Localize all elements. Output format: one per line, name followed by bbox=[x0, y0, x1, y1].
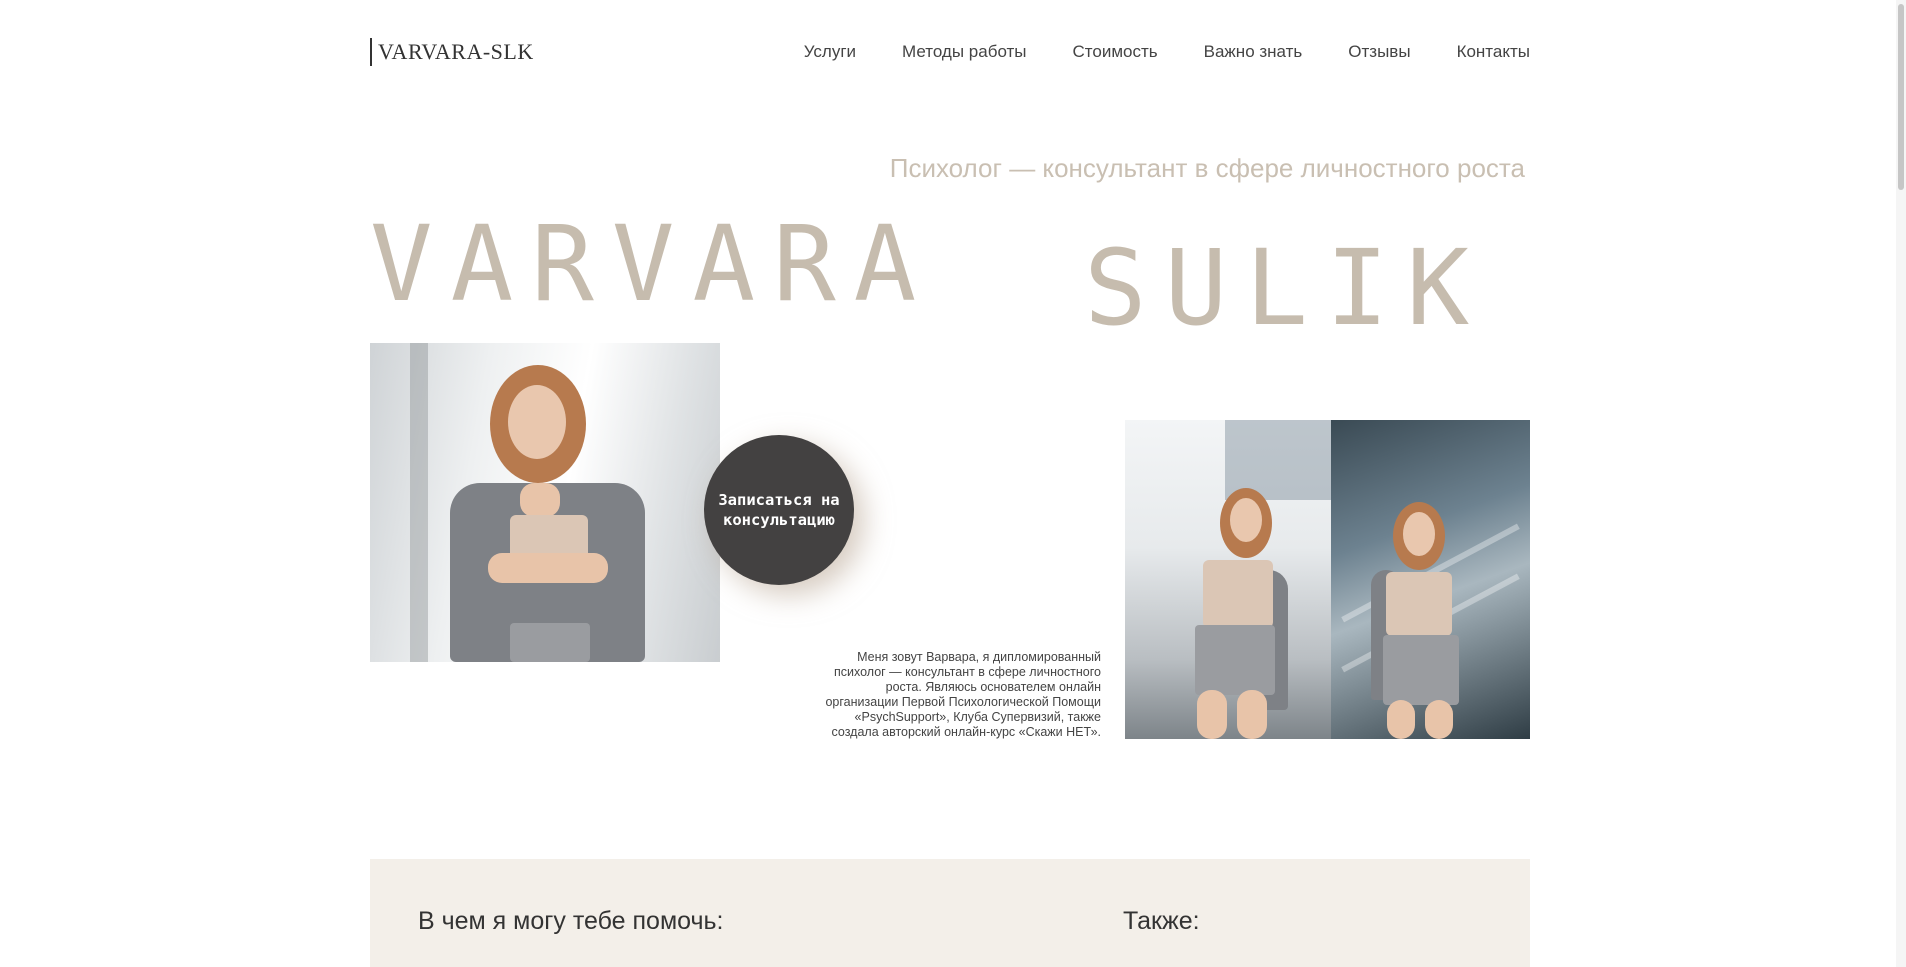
nav-link-methods[interactable]: Методы работы bbox=[902, 42, 1027, 62]
logo-bar bbox=[370, 38, 372, 66]
nav-link-price[interactable]: Стоимость bbox=[1073, 42, 1158, 62]
hero-last-name: SULIK bbox=[1084, 227, 1488, 349]
nav-link-services[interactable]: Услуги bbox=[804, 42, 856, 62]
hero-subtitle: Психолог — консультант в сфере личностно… bbox=[889, 153, 1525, 183]
bio-line: «PsychSupport», Клуба Супервизий, также bbox=[854, 710, 1101, 724]
also-title: Также: bbox=[1123, 907, 1200, 935]
nav-link-important[interactable]: Важно знать bbox=[1204, 42, 1303, 62]
site-header: VARVARA-SLK Услуги Методы работы Стоимос… bbox=[370, 38, 1530, 86]
bio-line: организации Первой Психологической Помощ… bbox=[825, 695, 1101, 709]
bio-line: создала авторский онлайн-курс «Скажи НЕТ… bbox=[831, 725, 1102, 739]
nav-link-reviews[interactable]: Отзывы bbox=[1348, 42, 1410, 62]
help-title: В чем я могу тебе помочь: bbox=[418, 907, 724, 935]
bio-line: психолог — консультант в сфере личностно… bbox=[833, 665, 1101, 679]
book-consultation-button[interactable]: Записаться на консультацию bbox=[704, 435, 854, 585]
scroll-thumb[interactable] bbox=[1898, 4, 1904, 190]
logo[interactable]: VARVARA-SLK bbox=[370, 38, 534, 66]
hero-first-name: VARVARA bbox=[370, 203, 935, 325]
bio-text: Меня зовут Варвара, я дипломированный пс… bbox=[796, 650, 1101, 740]
bio-line: роста. Являюсь основателем онлайн bbox=[885, 680, 1101, 694]
nav-link-contacts[interactable]: Контакты bbox=[1457, 42, 1530, 62]
portrait-photo bbox=[370, 343, 720, 662]
outdoor-photo-left bbox=[1125, 420, 1331, 739]
main-nav: Услуги Методы работы Стоимость Важно зна… bbox=[804, 38, 1530, 66]
book-consultation-label: Записаться на консультацию bbox=[718, 491, 840, 529]
logo-text: VARVARA-SLK bbox=[378, 39, 534, 64]
outdoor-photo-right bbox=[1331, 420, 1530, 739]
help-section: В чем я могу тебе помочь: Также: bbox=[370, 859, 1530, 967]
page-scrollbar[interactable] bbox=[1896, 0, 1906, 967]
bio-line: Меня зовут Варвара, я дипломированный bbox=[857, 650, 1101, 664]
